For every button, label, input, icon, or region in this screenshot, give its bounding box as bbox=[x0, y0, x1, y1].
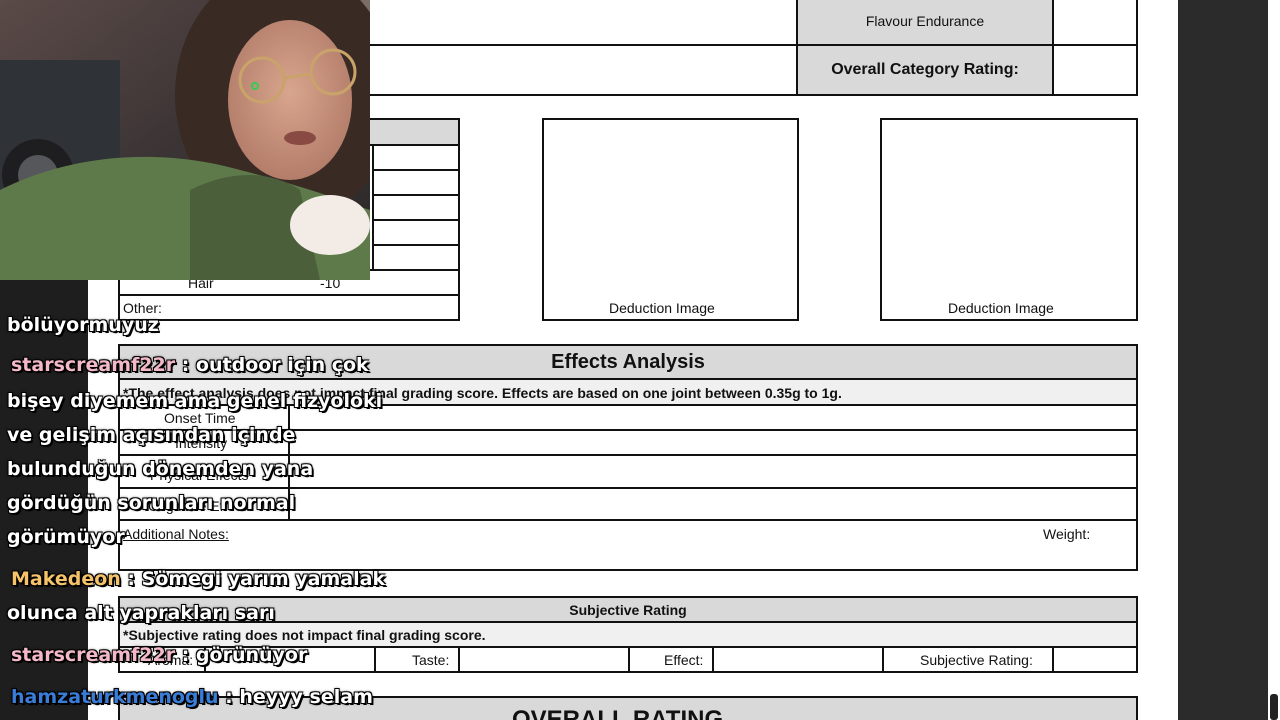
foreign-matter-row bbox=[372, 144, 460, 171]
deduction-image-label-2: Deduction Image bbox=[948, 300, 1054, 316]
chat-message: bulunduğun dönemden yana bbox=[7, 458, 313, 480]
additional-notes-label: Additional Notes: bbox=[123, 526, 229, 542]
deduction-image-label-1: Deduction Image bbox=[609, 300, 715, 316]
chat-message: hamzaturkmenoglu : heyyy selam bbox=[7, 686, 373, 708]
taste-label: Taste: bbox=[412, 652, 450, 668]
chat-message-text: : heyyy selam bbox=[218, 686, 373, 708]
intensity-value-cell bbox=[288, 429, 1138, 456]
chat-message: starscreamf22r : outdoor için çok bbox=[7, 354, 369, 376]
viewer-side-panel bbox=[1178, 0, 1268, 720]
deduction-image-box-1: Deduction Image bbox=[542, 118, 799, 321]
chat-message-text: görümüyor bbox=[7, 526, 125, 548]
chat-message: bişey diyemem ama genel fizyoloki bbox=[7, 390, 382, 412]
vertical-scrollbar[interactable] bbox=[1268, 0, 1280, 720]
chat-message: görümüyor bbox=[7, 526, 125, 548]
overall-category-rating-value bbox=[1052, 44, 1138, 96]
chat-message: olunca alt yaprakları sarı bbox=[7, 602, 275, 624]
taste-value bbox=[458, 646, 630, 673]
foreign-matter-row bbox=[372, 244, 460, 271]
effect-label: Effect: bbox=[664, 652, 704, 668]
webcam-feed-image bbox=[0, 0, 370, 280]
scrollbar-thumb[interactable] bbox=[1270, 694, 1278, 720]
effects-analysis-title-text: Effects Analysis bbox=[551, 350, 705, 373]
overall-category-rating-cell: Overall Category Rating: bbox=[796, 44, 1054, 96]
chat-username[interactable]: Makedeon bbox=[11, 568, 121, 590]
subjective-rating-title-text: Subjective Rating bbox=[569, 601, 687, 618]
taste-cell: Taste: bbox=[374, 646, 460, 673]
chat-username[interactable]: hamzaturkmenoglu bbox=[11, 686, 219, 708]
effect-value bbox=[712, 646, 884, 673]
overall-rating-title-text: OVERALL RATING bbox=[512, 706, 724, 720]
chat-message: bölüyormuyuz bbox=[7, 314, 159, 336]
foreign-matter-row bbox=[372, 169, 460, 196]
cognitive-effects-value-cell bbox=[288, 487, 1138, 521]
chat-message: gördüğün sorunları normal bbox=[7, 492, 295, 514]
chat-username[interactable]: starscreamf22r bbox=[11, 354, 175, 376]
chat-username[interactable]: starscreamf22r bbox=[11, 644, 175, 666]
chat-message-text: gördüğün sorunları normal bbox=[7, 492, 296, 514]
chat-message-text: ve gelişim açısından içinde bbox=[7, 424, 296, 446]
chat-message-text: : Sömegi yarım yamalak bbox=[120, 568, 386, 590]
chat-message-text: : outdoor için çok bbox=[175, 354, 369, 376]
flavour-endurance-cell: Flavour Endurance bbox=[796, 0, 1054, 46]
effect-cell: Effect: bbox=[628, 646, 714, 673]
chat-message: Makedeon : Sömegi yarım yamalak bbox=[7, 568, 385, 590]
chat-message-text: bulunduğun dönemden yana bbox=[7, 458, 314, 480]
chat-message-text: olunca alt yaprakları sarı bbox=[7, 602, 275, 624]
chat-message-text: bişey diyemem ama genel fizyoloki bbox=[7, 390, 383, 412]
subjective-rating-label: Subjective Rating: bbox=[920, 652, 1033, 668]
subjective-note-text: *Subjective rating does not impact final… bbox=[123, 627, 486, 643]
physical-effects-value-cell bbox=[288, 454, 1138, 489]
deduction-image-box-2: Deduction Image bbox=[880, 118, 1138, 321]
onset-time-value-cell bbox=[288, 404, 1138, 431]
chat-message: starscreamf22r : görünüyor bbox=[7, 644, 307, 666]
flavour-endurance-value bbox=[1052, 0, 1138, 46]
additional-notes-cell: Additional Notes: Weight: bbox=[118, 519, 1138, 571]
subjective-rating-label-cell: Subjective Rating: bbox=[882, 646, 1054, 673]
subjective-rating-value bbox=[1052, 646, 1138, 673]
foreign-matter-row bbox=[372, 219, 460, 246]
chat-message-text: bölüyormuyuz bbox=[7, 314, 159, 336]
other-row: Other: bbox=[118, 294, 460, 321]
foreign-matter-row bbox=[372, 194, 460, 221]
overall-category-rating-label: Overall Category Rating: bbox=[831, 61, 1019, 78]
flavour-endurance-label: Flavour Endurance bbox=[865, 13, 985, 29]
weight-label: Weight: bbox=[1043, 526, 1091, 542]
webcam-overlay bbox=[0, 0, 370, 280]
chat-message: ve gelişim açısından içinde bbox=[7, 424, 295, 446]
chat-message-text: : görünüyor bbox=[175, 644, 308, 666]
